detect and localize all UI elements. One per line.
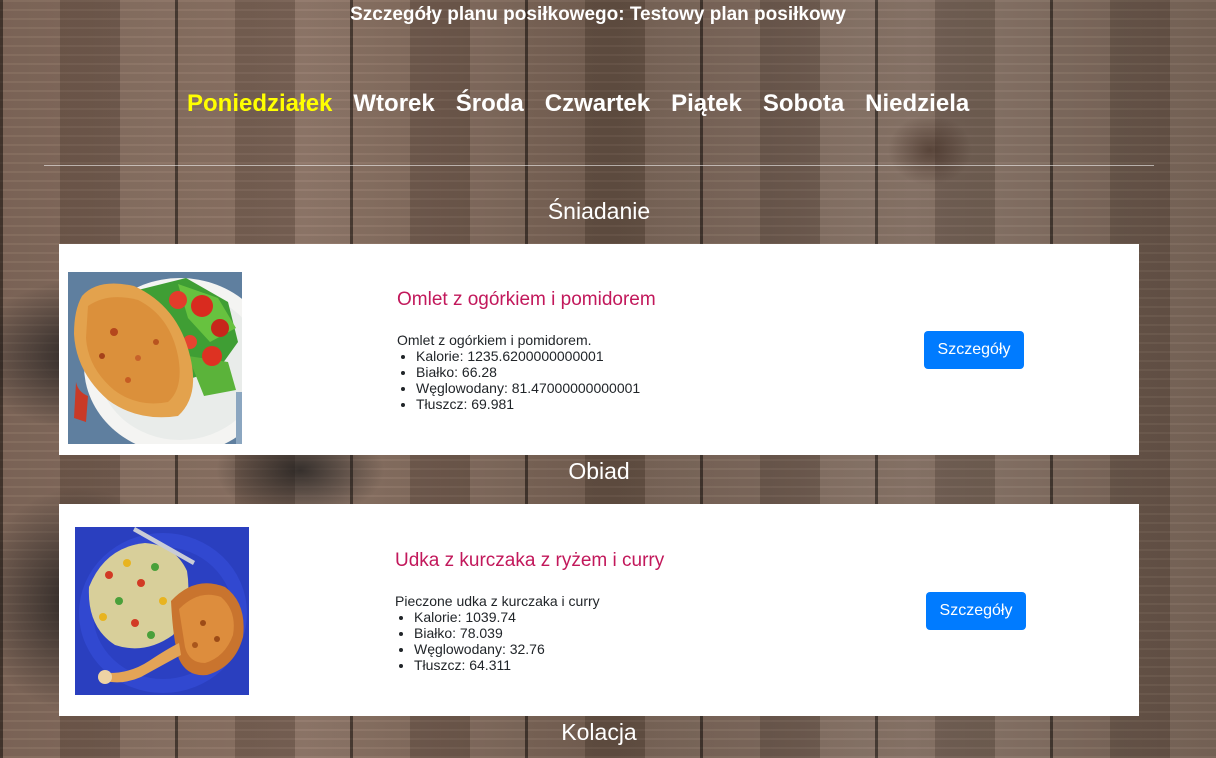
tab-monday[interactable]: Poniedziałek: [187, 90, 332, 118]
meal-card-breakfast: Omlet z ogórkiem i pomidorem Omlet z ogó…: [59, 244, 1139, 455]
meal-title[interactable]: Udka z kurczaka z ryżem i curry: [395, 550, 664, 572]
nutrient-calories: Kalorie: 1039.74: [414, 609, 600, 625]
nutrient-fat: Tłuszcz: 69.981: [416, 396, 640, 412]
tab-wednesday[interactable]: Środa: [456, 90, 524, 118]
nutrient-list: Kalorie: 1039.74 Białko: 78.039 Węglowod…: [395, 609, 600, 673]
nutrient-carbs: Węglowodany: 81.47000000000001: [416, 380, 640, 396]
nutrient-protein: Białko: 78.039: [414, 625, 600, 641]
meal-description-text: Omlet z ogórkiem i pomidorem.: [397, 332, 592, 348]
details-button[interactable]: Szczegóły: [924, 331, 1024, 369]
meal-photo-omelette: [68, 272, 242, 444]
meal-card-lunch: Udka z kurczaka z ryżem i curry Pieczone…: [59, 504, 1139, 716]
details-button[interactable]: Szczegóły: [926, 592, 1026, 630]
tab-thursday[interactable]: Czwartek: [545, 90, 650, 118]
divider: [44, 165, 1154, 166]
tab-saturday[interactable]: Sobota: [763, 90, 844, 118]
tab-tuesday[interactable]: Wtorek: [353, 90, 434, 118]
day-tabs: Poniedziałek Wtorek Środa Czwartek Piąte…: [187, 90, 969, 118]
meal-description: Pieczone udka z kurczaka i curry Kalorie…: [395, 593, 600, 673]
tab-friday[interactable]: Piątek: [671, 90, 742, 118]
nutrient-calories: Kalorie: 1235.6200000000001: [416, 348, 640, 364]
nutrient-carbs: Węglowodany: 32.76: [414, 641, 600, 657]
meal-photo-chicken-curry: [75, 527, 249, 695]
meal-description-text: Pieczone udka z kurczaka i curry: [395, 593, 600, 609]
section-heading-dinner: Kolacja: [561, 719, 637, 745]
meal-title[interactable]: Omlet z ogórkiem i pomidorem: [397, 289, 656, 311]
page-title: Szczegóły planu posiłkowego: Testowy pla…: [350, 4, 846, 25]
nutrient-protein: Białko: 66.28: [416, 364, 640, 380]
nutrient-list: Kalorie: 1235.6200000000001 Białko: 66.2…: [397, 348, 640, 412]
section-heading-breakfast: Śniadanie: [547, 198, 651, 224]
meal-description: Omlet z ogórkiem i pomidorem. Kalorie: 1…: [397, 332, 640, 412]
tab-sunday[interactable]: Niedziela: [865, 90, 969, 118]
section-heading-lunch: Obiad: [568, 458, 630, 484]
nutrient-fat: Tłuszcz: 64.311: [414, 657, 600, 673]
